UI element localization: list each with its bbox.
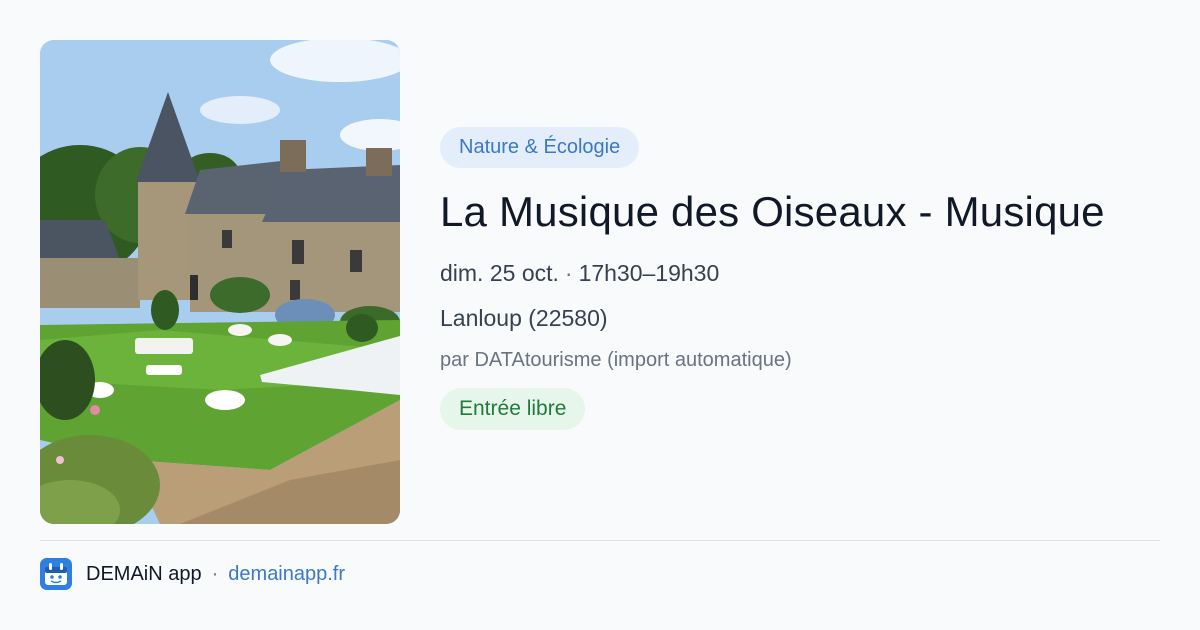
footer-separator: · xyxy=(211,562,219,585)
event-time: 17h30–19h30 xyxy=(578,260,720,286)
footer: DEMAiN app · demainapp.fr xyxy=(40,558,345,590)
event-title: La Musique des Oiseaux - Musique xyxy=(440,188,1105,235)
event-organizer: par DATAtourisme (import automatique) xyxy=(440,349,792,371)
app-name: DEMAiN app xyxy=(86,562,202,585)
app-url-link[interactable]: demainapp.fr xyxy=(228,563,345,586)
event-datetime: dim. 25 oct. · 17h30–19h30 xyxy=(440,258,1160,288)
datetime-separator: · xyxy=(564,260,573,286)
price-badge: Entrée libre xyxy=(440,388,586,430)
event-info: Nature & Écologie La Musique des Oiseaux… xyxy=(440,127,1160,430)
event-location: Lanloup (22580) xyxy=(440,305,608,331)
event-date: dim. 25 oct. xyxy=(440,260,559,286)
chateau-garden-photo xyxy=(40,40,400,524)
demain-app-logo-icon xyxy=(40,558,72,590)
footer-divider xyxy=(40,540,1160,541)
category-badge[interactable]: Nature & Écologie xyxy=(440,127,640,168)
event-image xyxy=(40,40,400,524)
